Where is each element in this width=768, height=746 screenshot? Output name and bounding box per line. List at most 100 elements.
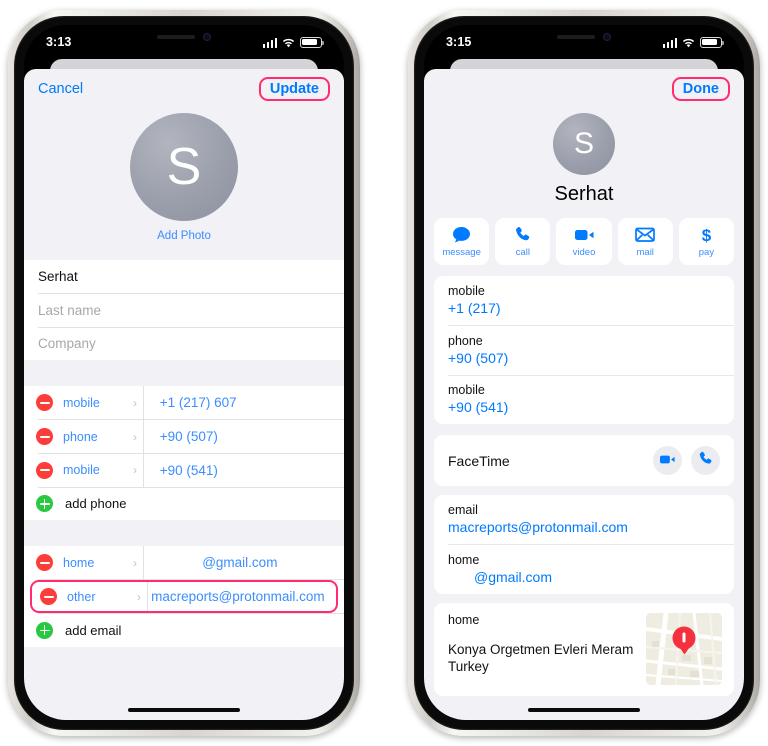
message-bubble-icon [452,225,471,244]
address-lines: Konya Orgetmen Evleri Meram Turkey [448,642,634,675]
address-text: home Konya Orgetmen Evleri Meram Turkey [448,613,636,685]
last-name-field[interactable]: Last name [24,294,344,327]
phone-row[interactable]: mobile › +1 (217) 607 [24,386,344,420]
quick-actions: message call video mail $ pay [424,206,744,265]
facetime-video-button[interactable] [653,446,682,476]
phone-value[interactable]: +90 (507) [448,350,720,366]
phone-detail-row[interactable]: mobile +90 (541) [434,375,734,424]
email-label-button[interactable]: other › [67,590,147,604]
email-row-highlighted[interactable]: other › macreports@protonmail.com [30,580,338,614]
phone-value[interactable]: +90 (507) [144,429,336,444]
email-value[interactable]: macreports@protonmail.com [148,589,328,604]
facetime-audio-button[interactable] [691,446,720,476]
phone-value[interactable]: +1 (217) 607 [144,395,336,410]
section-gap [24,520,344,547]
phone-label: mobile [63,463,100,478]
phone-detail-row[interactable]: mobile +1 (217) [434,276,734,325]
call-action-button[interactable]: call [495,218,551,265]
mail-action-button[interactable]: mail [617,218,673,265]
chevron-right-icon: › [133,555,137,570]
phone-label-button[interactable]: phone › [63,430,143,444]
pay-action-button[interactable]: $ pay [678,218,735,265]
chevron-right-icon: › [133,395,137,410]
remove-icon[interactable] [36,394,53,412]
status-bar: 3:13 [24,25,344,59]
notch [128,25,240,49]
emails-card: email macreports@protonmail.com home @gm… [434,495,734,595]
cellular-bars-icon [662,37,677,48]
add-email-label: add email [65,622,122,638]
address-card: home Konya Orgetmen Evleri Meram Turkey [434,603,734,697]
email-value[interactable]: macreports@protonmail.com [448,519,720,535]
add-phone-row[interactable]: add phone [24,487,344,520]
chevron-right-icon: › [137,589,141,604]
remove-icon[interactable] [36,428,53,446]
status-bar: 3:15 [424,25,744,59]
phone-value[interactable]: +90 (541) [144,463,336,478]
contact-detail-sheet: Done S Serhat message call video mail $ … [424,69,744,720]
front-camera-icon [603,33,611,41]
add-icon[interactable] [36,621,53,639]
phone-label-button[interactable]: mobile › [63,463,143,477]
battery-icon [700,36,724,48]
done-button[interactable]: Done [671,77,730,101]
video-camera-icon [574,225,595,244]
avatar-section: S Add Photo [24,113,344,242]
video-action-button[interactable]: video [556,218,612,265]
phone-label-button[interactable]: mobile › [63,396,143,410]
phone-row[interactable]: phone › +90 (507) [24,420,344,454]
email-label-button[interactable]: home › [63,556,143,570]
email-value[interactable]: @gmail.com [448,569,720,585]
screenshot-root: 3:13 Cancel Update S Add Photo Serhat La… [0,0,768,746]
device-bezel: 3:15 Done S Serhat message call video ma… [414,16,754,730]
map-thumbnail[interactable] [646,613,722,686]
home-indicator[interactable] [528,708,640,712]
status-clock: 3:15 [446,35,472,49]
phone-value[interactable]: +90 (541) [448,399,720,415]
phone-label: phone [448,333,483,348]
remove-icon[interactable] [36,554,53,572]
chevron-right-icon: › [133,429,137,444]
remove-icon[interactable] [36,461,53,479]
message-action-button[interactable]: message [434,218,490,265]
home-indicator[interactable] [128,708,240,712]
update-button[interactable]: Update [258,77,330,101]
device-bezel: 3:13 Cancel Update S Add Photo Serhat La… [14,16,354,730]
status-indicators [262,36,324,48]
last-name-placeholder: Last name [38,302,102,318]
phone-row[interactable]: mobile › +90 (541) [24,453,344,487]
dollar-sign-icon: $ [700,225,713,244]
battery-icon [300,36,324,48]
facetime-label: FaceTime [448,452,510,469]
wifi-icon [282,38,295,48]
email-detail-row[interactable]: email macreports@protonmail.com [434,495,734,544]
message-action-label: message [442,247,481,258]
phone-value[interactable]: +1 (217) [448,300,720,316]
pay-action-label: pay [698,247,715,258]
video-action-label: video [572,247,596,258]
remove-icon[interactable] [40,588,57,606]
add-icon[interactable] [36,495,53,513]
cancel-button[interactable]: Cancel [38,81,83,97]
add-email-row[interactable]: add email [24,614,344,647]
iphone-device-right: 3:15 Done S Serhat message call video ma… [408,10,760,736]
phone-label: mobile [63,395,100,410]
first-name-field[interactable]: Serhat [24,260,344,293]
cellular-bars-icon [262,37,277,48]
add-photo-button[interactable]: Add Photo [24,230,344,242]
device-screen-left: 3:13 Cancel Update S Add Photo Serhat La… [24,25,344,720]
avatar: S [553,113,615,175]
email-row[interactable]: home › @gmail.com [24,546,344,580]
earpiece-speaker [557,35,595,39]
email-detail-row[interactable]: home @gmail.com [434,545,734,594]
mail-action-label: mail [636,247,654,258]
map-pin-icon [672,626,696,650]
email-value[interactable]: @gmail.com [144,555,336,570]
chevron-right-icon: › [133,463,137,478]
facetime-row: FaceTime [434,435,734,486]
earpiece-speaker [157,35,195,39]
company-field[interactable]: Company [24,327,344,360]
company-placeholder: Company [38,336,96,352]
address-row[interactable]: home Konya Orgetmen Evleri Meram Turkey [434,603,734,696]
phone-detail-row[interactable]: phone +90 (507) [434,326,734,375]
